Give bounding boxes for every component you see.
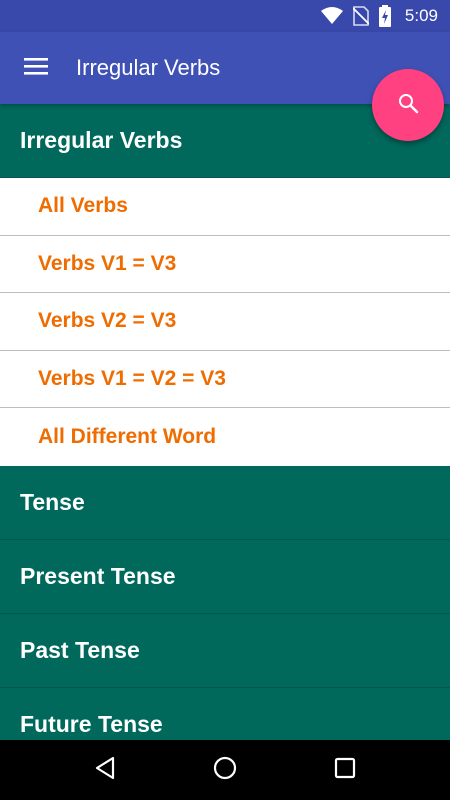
menu-button[interactable] [0,32,72,104]
home-icon [213,756,237,784]
wifi-icon [320,7,343,25]
battery-charging-icon [378,5,391,27]
menu-list: Irregular Verbs All Verbs Verbs V1 = V3 … [0,104,450,740]
section-future-tense[interactable]: Future Tense [0,687,450,740]
back-icon [94,756,116,784]
section-tense[interactable]: Tense [0,465,450,540]
home-button[interactable] [205,750,245,790]
back-button[interactable] [85,750,125,790]
list-item-verbs-v1-v2-v3[interactable]: Verbs V1 = V2 = V3 [0,351,450,408]
list-item-verbs-v2-v3[interactable]: Verbs V2 = V3 [0,293,450,351]
recents-button[interactable] [325,750,365,790]
irregular-verbs-sublist: All Verbs Verbs V1 = V3 Verbs V2 = V3 Ve… [0,178,450,466]
clock: 5:09 [404,6,438,25]
page-title: Irregular Verbs [76,55,221,80]
system-nav-bar [0,740,450,800]
recents-icon [334,757,356,783]
list-item-all-different-word[interactable]: All Different Word [0,408,450,466]
list-item-all-verbs[interactable]: All Verbs [0,178,450,236]
status-bar: 5:09 [0,0,450,32]
no-sim-icon [352,6,369,26]
search-fab-button[interactable] [372,69,444,141]
hamburger-menu-icon [23,56,49,80]
section-present-tense[interactable]: Present Tense [0,539,450,614]
section-past-tense[interactable]: Past Tense [0,613,450,688]
list-item-verbs-v1-v3[interactable]: Verbs V1 = V3 [0,236,450,293]
search-icon [397,92,419,118]
